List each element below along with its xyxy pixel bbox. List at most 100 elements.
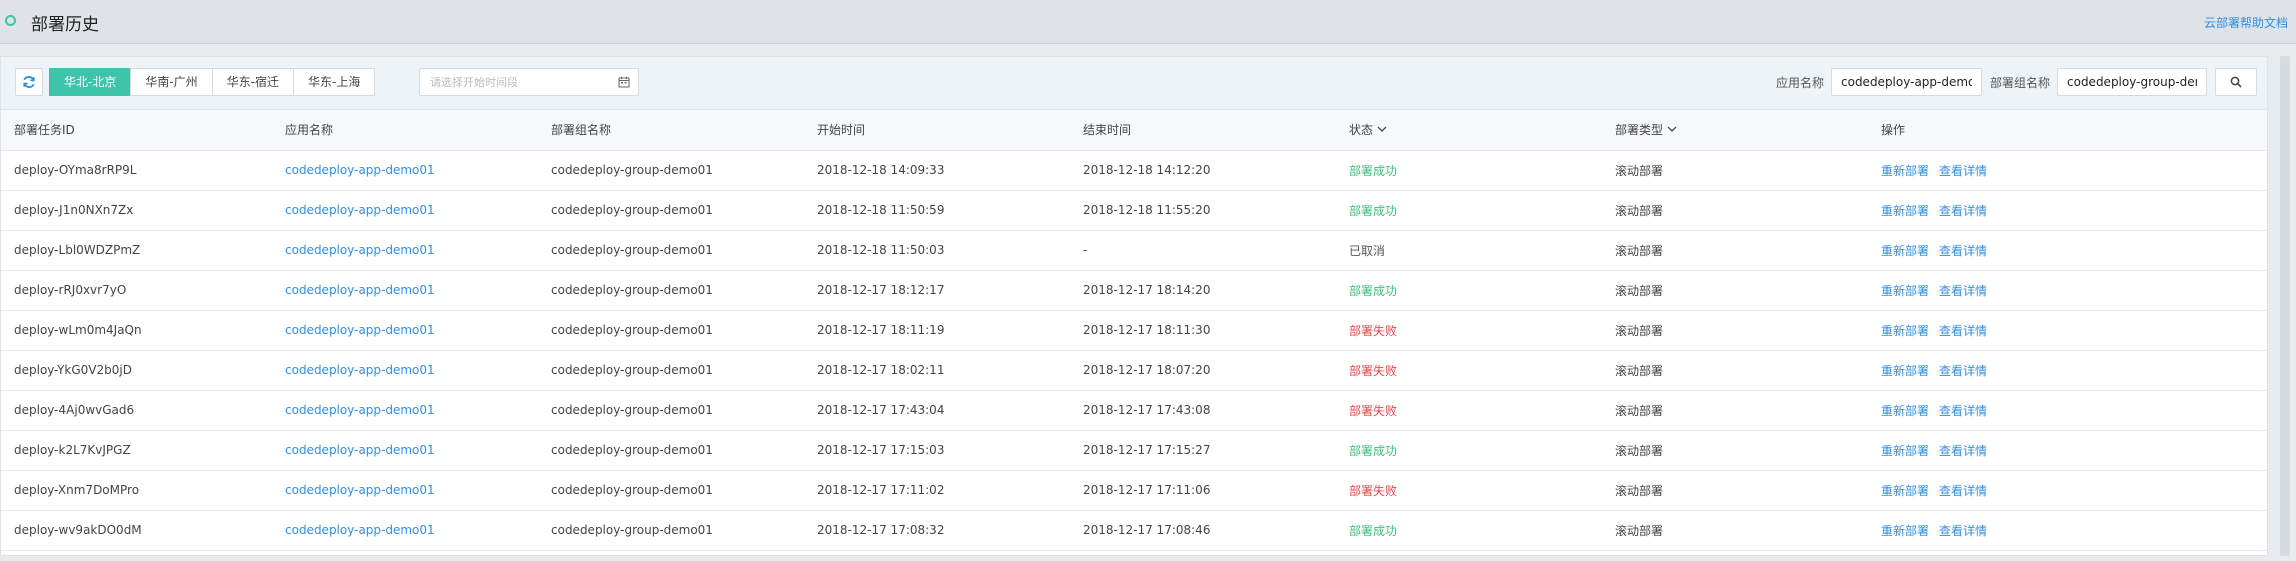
deploy-id: deploy-Lbl0WDZPmZ <box>1 230 272 271</box>
deploy-type: 滚动部署 <box>1602 510 1868 551</box>
circle-icon <box>5 15 16 26</box>
page-header: 部署历史 云部署帮助文档 <box>0 0 2296 44</box>
view-details-button[interactable]: 查看详情 <box>1939 444 1987 458</box>
scrollbar-thumb[interactable] <box>2280 56 2290 556</box>
start-time: 2018-12-17 17:15:03 <box>804 430 1070 471</box>
end-time: 2018-12-18 11:55:20 <box>1070 190 1336 231</box>
search-icon <box>2230 76 2242 88</box>
status-badge: 部署成功 <box>1349 163 1398 178</box>
end-time: 2018-12-17 18:07:20 <box>1070 350 1336 391</box>
app-name-link[interactable]: codedeploy-app-demo01 <box>285 243 435 257</box>
start-time-picker[interactable] <box>419 68 639 96</box>
group-name: codedeploy-group-demo01 <box>538 310 804 351</box>
search-button[interactable] <box>2215 68 2257 96</box>
view-details-button[interactable]: 查看详情 <box>1939 404 1987 418</box>
type-filter[interactable]: 部署类型 <box>1615 121 1677 138</box>
status-badge: 部署失败 <box>1349 363 1398 378</box>
start-time: 2018-12-18 11:50:59 <box>804 190 1070 231</box>
deploy-type: 滚动部署 <box>1602 150 1868 191</box>
deploy-id: deploy-OYma8rRP9L <box>1 150 272 191</box>
view-details-button[interactable]: 查看详情 <box>1939 484 1987 498</box>
view-details-button[interactable]: 查看详情 <box>1939 204 1987 218</box>
group-name-field[interactable] <box>2057 68 2207 96</box>
table-row: deploy-Xnm7DoMPro codedeploy-app-demo01 co… <box>1 470 2267 511</box>
view-details-button[interactable]: 查看详情 <box>1939 524 1987 538</box>
calendar-icon[interactable] <box>618 76 630 88</box>
redeploy-button[interactable]: 重新部署 <box>1881 444 1929 458</box>
region-tab-beijing[interactable]: 华北-北京 <box>49 68 132 96</box>
row-actions: 重新部署 查看详情 <box>1868 470 2267 511</box>
group-name: codedeploy-group-demo01 <box>538 470 804 511</box>
view-details-button[interactable]: 查看详情 <box>1939 324 1987 338</box>
chevron-down-icon[interactable] <box>1377 126 1387 133</box>
group-name: codedeploy-group-demo01 <box>538 230 804 271</box>
start-time: 2018-12-17 18:02:11 <box>804 350 1070 391</box>
redeploy-button[interactable]: 重新部署 <box>1881 164 1929 178</box>
redeploy-button[interactable]: 重新部署 <box>1881 524 1929 538</box>
group-name: codedeploy-group-demo01 <box>538 270 804 311</box>
column-header-type[interactable]: 部署类型 <box>1602 110 1868 151</box>
redeploy-button[interactable]: 重新部署 <box>1881 204 1929 218</box>
app-name-link[interactable]: codedeploy-app-demo01 <box>285 203 435 217</box>
app-name-link[interactable]: codedeploy-app-demo01 <box>285 323 435 337</box>
region-tab-suqian[interactable]: 华东-宿迁 <box>211 68 295 96</box>
redeploy-button[interactable]: 重新部署 <box>1881 324 1929 338</box>
chevron-down-icon[interactable] <box>1667 126 1677 133</box>
table-row: deploy-rRJ0xvr7yO codedeploy-app-demo01 co… <box>1 270 2267 311</box>
region-tabs: 华北-北京 华南-广州 华东-宿迁 华东-上海 <box>49 68 376 96</box>
app-name-field[interactable] <box>1831 68 1982 96</box>
app-name-link[interactable]: codedeploy-app-demo01 <box>285 403 435 417</box>
app-name-link[interactable]: codedeploy-app-demo01 <box>285 363 435 377</box>
page-title: 部署历史 <box>31 15 99 35</box>
status-badge: 部署成功 <box>1349 523 1398 538</box>
app-name-link[interactable]: codedeploy-app-demo01 <box>285 483 435 497</box>
region-tab-shanghai[interactable]: 华东-上海 <box>293 68 376 96</box>
view-details-button[interactable]: 查看详情 <box>1939 364 1987 378</box>
app-name-link[interactable]: codedeploy-app-demo01 <box>285 283 435 297</box>
deploy-id: deploy-k2L7KvJPGZ <box>1 430 272 471</box>
row-actions: 重新部署 查看详情 <box>1868 510 2267 551</box>
table-row: deploy-J1n0NXn7Zx codedeploy-app-demo01 co… <box>1 190 2267 231</box>
deploy-id: deploy-wLm0m4JaQn <box>1 310 272 351</box>
app-name-link[interactable]: codedeploy-app-demo01 <box>285 523 435 537</box>
refresh-icon <box>23 76 35 88</box>
table-row: deploy-wLm0m4JaQn codedeploy-app-demo01 co… <box>1 310 2267 351</box>
deploy-id: deploy-4Aj0wvGad6 <box>1 390 272 431</box>
redeploy-button[interactable]: 重新部署 <box>1881 284 1929 298</box>
column-header-status[interactable]: 状态 <box>1336 110 1602 151</box>
refresh-button[interactable] <box>15 68 43 96</box>
deploy-type: 滚动部署 <box>1602 230 1868 271</box>
deploy-type: 滚动部署 <box>1602 270 1868 311</box>
status-filter[interactable]: 状态 <box>1349 121 1387 138</box>
redeploy-button[interactable]: 重新部署 <box>1881 484 1929 498</box>
table-row: deploy-OYma8rRP9L codedeploy-app-demo01 co… <box>1 150 2267 191</box>
view-details-button[interactable]: 查看详情 <box>1939 164 1987 178</box>
redeploy-button[interactable]: 重新部署 <box>1881 364 1929 378</box>
status-badge: 部署失败 <box>1349 483 1398 498</box>
app-name-link[interactable]: codedeploy-app-demo01 <box>285 163 435 177</box>
vertical-scrollbar[interactable] <box>2278 56 2292 556</box>
table-row: deploy-wv9akDO0dM codedeploy-app-demo01 co… <box>1 510 2267 551</box>
column-header-app: 应用名称 <box>272 110 538 151</box>
group-name: codedeploy-group-demo01 <box>538 350 804 391</box>
app-name-input[interactable] <box>1832 69 1981 95</box>
view-details-button[interactable]: 查看详情 <box>1939 284 1987 298</box>
end-time: 2018-12-17 18:11:30 <box>1070 310 1336 351</box>
help-doc-link[interactable]: 云部署帮助文档 <box>2204 14 2288 31</box>
start-time-input[interactable] <box>430 69 610 95</box>
redeploy-button[interactable]: 重新部署 <box>1881 404 1929 418</box>
start-time: 2018-12-17 17:08:32 <box>804 510 1070 551</box>
status-badge: 部署成功 <box>1349 283 1398 298</box>
deploy-id: deploy-YkG0V2b0jD <box>1 350 272 391</box>
deploy-history-table: 部署任务ID 应用名称 部署组名称 开始时间 结束时间 状态 部署类型 操作 d… <box>1 110 2267 551</box>
column-header-start: 开始时间 <box>804 110 1070 151</box>
column-header-end: 结束时间 <box>1070 110 1336 151</box>
group-name: codedeploy-group-demo01 <box>538 510 804 551</box>
region-tab-guangzhou[interactable]: 华南-广州 <box>130 68 213 96</box>
app-name-link[interactable]: codedeploy-app-demo01 <box>285 443 435 457</box>
group-name: codedeploy-group-demo01 <box>538 430 804 471</box>
view-details-button[interactable]: 查看详情 <box>1939 244 1987 258</box>
redeploy-button[interactable]: 重新部署 <box>1881 244 1929 258</box>
group-name-input[interactable] <box>2058 69 2206 95</box>
group-name: codedeploy-group-demo01 <box>538 150 804 191</box>
